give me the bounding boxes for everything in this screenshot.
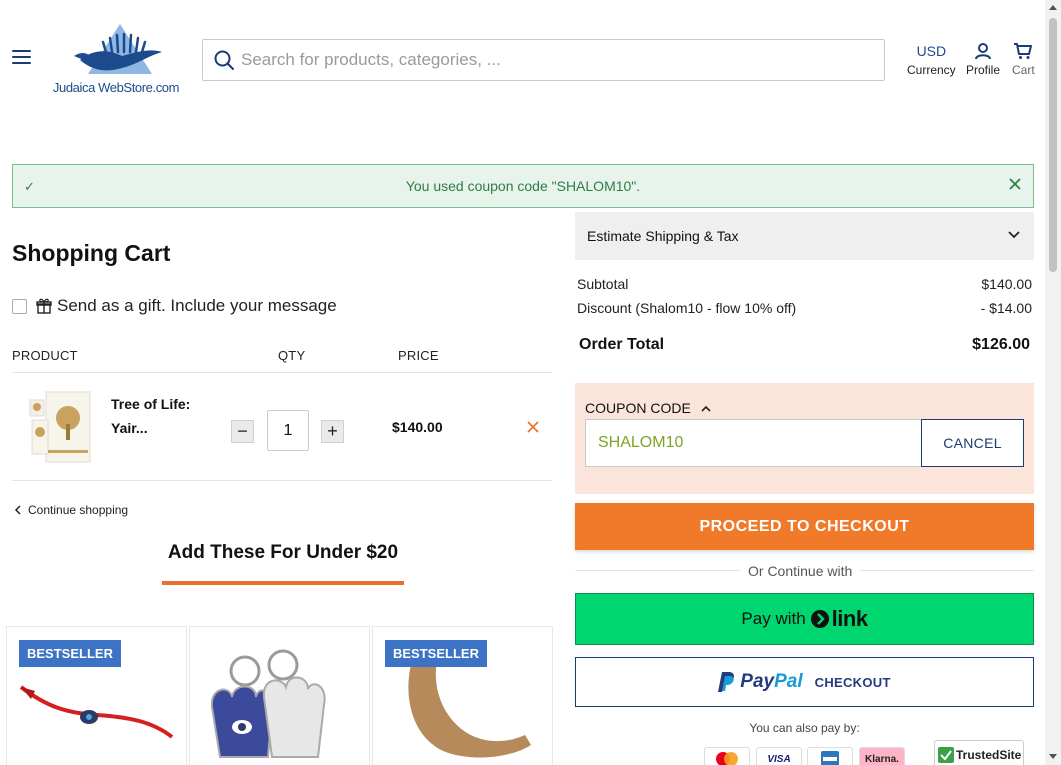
search-bar[interactable]	[202, 39, 885, 81]
also-pay-label: You can also pay by:	[749, 721, 860, 735]
close-icon[interactable]	[1009, 177, 1021, 195]
discount-row: Discount (Shalom10 - flow 10% off) - $14…	[577, 300, 1032, 316]
search-input[interactable]	[241, 50, 884, 70]
product-image[interactable]	[26, 390, 96, 464]
cart-link[interactable]: Cart	[1012, 42, 1035, 77]
menu-icon[interactable]	[12, 50, 31, 64]
upsell-product-card[interactable]	[189, 626, 370, 765]
discount-label: Discount (Shalom10 - flow 10% off)	[577, 300, 797, 316]
or-continue-label: Or Continue with	[740, 563, 861, 579]
profile-label: Profile	[966, 63, 1001, 77]
pay-with-link-button[interactable]: Pay with link	[575, 593, 1034, 645]
alert-message: You used coupon code "SHALOM10".	[405, 178, 641, 194]
link-arrow-icon	[810, 610, 829, 628]
order-total-row: Order Total $126.00	[579, 336, 1030, 354]
paypal-icon	[718, 672, 735, 692]
search-icon	[214, 50, 234, 70]
gift-option[interactable]: Send as a gift. Include your message	[12, 296, 337, 316]
decrease-qty-button[interactable]: −	[231, 420, 254, 443]
trustedsite-badge[interactable]: TrustedSite	[934, 740, 1024, 765]
checkmark-icon	[938, 747, 954, 763]
paypal-checkout-label: CHECKOUT	[814, 674, 891, 690]
chevron-up-icon	[701, 405, 711, 412]
coupon-toggle[interactable]: COUPON CODE	[585, 400, 711, 416]
discount-value: - $14.00	[980, 300, 1032, 316]
link-pay-label: Pay with	[741, 609, 806, 628]
cart-page: Judaica WebStore.com USD Currency Profil…	[0, 0, 1061, 765]
order-total-label: Order Total	[579, 336, 665, 353]
proceed-to-checkout-button[interactable]: PROCEED TO CHECKOUT	[575, 503, 1034, 550]
product-name[interactable]: Tree of Life: Yair...	[111, 392, 211, 440]
upsell-title: Add These For Under $20	[167, 542, 399, 563]
estimate-shipping-toggle[interactable]: Estimate Shipping & Tax	[575, 212, 1034, 260]
upsell-product-card[interactable]: BESTSELLER	[372, 626, 553, 765]
scrollbar-thumb[interactable]	[1049, 18, 1057, 272]
upsell-underline	[162, 581, 404, 585]
logo-text: Judaica WebStore.com	[52, 80, 180, 95]
divider	[12, 372, 552, 373]
divider	[12, 480, 552, 481]
profile-icon	[975, 43, 991, 60]
trustedsite-label: TrustedSite	[956, 748, 1022, 762]
check-icon: ✓	[24, 179, 35, 194]
klarna-icon: Klarna.	[859, 747, 905, 765]
coupon-section: COUPON CODE CANCEL	[575, 383, 1034, 494]
column-header-qty: QTY	[278, 348, 306, 363]
mastercard-icon	[704, 747, 750, 765]
increase-qty-button[interactable]: +	[321, 420, 344, 443]
remove-item-icon[interactable]	[527, 420, 539, 438]
cart-label: Cart	[1012, 63, 1035, 77]
subtotal-value: $140.00	[981, 276, 1032, 292]
subtotal-row: Subtotal $140.00	[577, 276, 1032, 292]
scroll-down-icon[interactable]	[1049, 754, 1057, 759]
continue-shopping-label: Continue shopping	[28, 503, 129, 517]
chevron-left-icon	[14, 505, 21, 515]
gift-label: Send as a gift. Include your message	[57, 296, 337, 315]
amex-icon	[807, 747, 853, 765]
order-total-value: $126.00	[972, 336, 1030, 353]
coupon-success-alert: ✓ You used coupon code "SHALOM10".	[12, 164, 1034, 208]
page-title: Shopping Cart	[12, 240, 171, 266]
logo-dove-icon	[74, 24, 162, 74]
site-logo[interactable]: Judaica WebStore.com	[50, 22, 182, 100]
currency-selector[interactable]: USD Currency	[907, 42, 956, 77]
scroll-up-icon[interactable]	[1049, 5, 1057, 10]
item-price: $140.00	[392, 419, 443, 435]
quantity-input[interactable]	[267, 410, 309, 451]
currency-label: Currency	[907, 63, 956, 77]
page-scrollbar[interactable]	[1045, 0, 1061, 765]
coupon-code-input[interactable]	[585, 419, 922, 467]
cart-icon	[1014, 43, 1033, 59]
column-header-price: PRICE	[398, 348, 439, 363]
continue-shopping-link[interactable]: Continue shopping	[14, 503, 128, 517]
profile-link[interactable]: Profile	[966, 42, 1000, 77]
estimate-shipping-label: Estimate Shipping & Tax	[587, 228, 739, 244]
visa-icon: VISA	[756, 747, 802, 765]
gift-checkbox[interactable]	[12, 298, 27, 314]
coupon-label: COUPON CODE	[585, 400, 691, 416]
upsell-product-card[interactable]: BESTSELLER	[6, 626, 187, 765]
gift-icon	[36, 298, 52, 314]
paypal-checkout-button[interactable]: PayPal CHECKOUT	[575, 657, 1034, 707]
chevron-down-icon	[1008, 231, 1020, 239]
bestseller-badge: BESTSELLER	[19, 640, 121, 667]
cancel-coupon-button[interactable]: CANCEL	[921, 419, 1024, 467]
link-brand-word: link	[831, 606, 868, 631]
currency-code: USD	[916, 43, 947, 59]
bestseller-badge: BESTSELLER	[385, 640, 487, 667]
product-image	[210, 649, 326, 758]
subtotal-label: Subtotal	[577, 276, 629, 292]
column-header-product: PRODUCT	[12, 348, 78, 363]
paypal-wordmark: PayPal	[740, 671, 803, 692]
